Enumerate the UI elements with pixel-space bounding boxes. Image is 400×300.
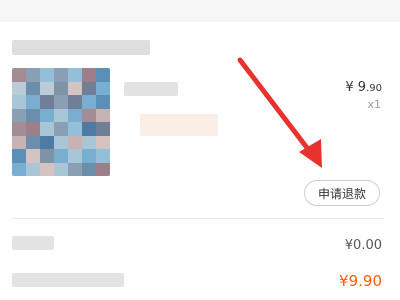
thumbnail-pixel <box>26 162 40 176</box>
summary-amount-1: ¥0.00 <box>344 238 382 253</box>
thumbnail-pixel <box>26 68 40 82</box>
thumbnail-pixel <box>82 108 96 122</box>
blurred-summary-label-2 <box>12 273 124 287</box>
thumbnail-pixel <box>96 68 110 82</box>
thumbnail-pixel <box>68 135 82 149</box>
thumbnail-pixel <box>82 149 96 163</box>
thumbnail-pixel <box>54 108 68 122</box>
thumbnail-pixel <box>40 122 54 136</box>
thumbnail-pixel <box>54 149 68 163</box>
thumbnail-pixel <box>96 81 110 95</box>
product-thumbnail[interactable] <box>12 68 110 176</box>
thumbnail-pixel <box>26 95 40 109</box>
thumbnail-pixel <box>54 95 68 109</box>
thumbnail-pixel <box>40 162 54 176</box>
blurred-summary-label-1 <box>12 236 54 250</box>
thumbnail-pixel <box>82 122 96 136</box>
blurred-product-title <box>124 82 178 96</box>
thumbnail-pixel <box>54 135 68 149</box>
thumbnail-pixel <box>68 108 82 122</box>
thumbnail-pixel <box>96 122 110 136</box>
thumbnail-pixel <box>68 81 82 95</box>
thumbnail-pixel <box>54 162 68 176</box>
thumbnail-pixel <box>26 122 40 136</box>
thumbnail-pixel <box>12 68 26 82</box>
thumbnail-pixel <box>68 122 82 136</box>
request-refund-button[interactable]: 申请退款 <box>304 180 380 206</box>
thumbnail-pixel <box>12 149 26 163</box>
thumbnail-pixel <box>82 68 96 82</box>
summary-amount-total: ¥9.90 <box>339 272 382 290</box>
thumbnail-pixel <box>68 68 82 82</box>
item-price-decimal: .90 <box>366 83 382 94</box>
thumbnail-pixel <box>12 108 26 122</box>
thumbnail-pixel <box>96 95 110 109</box>
thumbnail-pixel <box>40 68 54 82</box>
thumbnail-pixel <box>68 95 82 109</box>
thumbnail-pixel <box>96 149 110 163</box>
thumbnail-pixel <box>26 108 40 122</box>
thumbnail-pixel <box>96 108 110 122</box>
thumbnail-pixel <box>96 162 110 176</box>
thumbnail-pixel <box>40 149 54 163</box>
thumbnail-pixel <box>68 162 82 176</box>
thumbnail-pixel <box>68 149 82 163</box>
thumbnail-pixel <box>12 135 26 149</box>
thumbnail-pixel <box>26 149 40 163</box>
thumbnail-pixel <box>12 162 26 176</box>
thumbnail-pixel <box>40 81 54 95</box>
thumbnail-pixel <box>12 122 26 136</box>
thumbnail-pixel <box>96 135 110 149</box>
thumbnail-pixel <box>12 81 26 95</box>
thumbnail-pixel <box>40 108 54 122</box>
top-bar <box>0 0 400 22</box>
item-quantity: x1 <box>367 98 381 111</box>
thumbnail-pixel <box>54 68 68 82</box>
blurred-shop-name <box>12 40 150 55</box>
thumbnail-pixel <box>82 81 96 95</box>
thumbnail-pixel <box>82 135 96 149</box>
order-card: ¥ 9.90 x1 申请退款 ¥0.00 ¥9.90 <box>0 22 400 300</box>
blurred-product-tag <box>140 114 218 136</box>
thumbnail-pixel <box>54 81 68 95</box>
thumbnail-pixel <box>40 135 54 149</box>
item-price-main: ¥ 9 <box>345 80 367 95</box>
divider <box>12 218 384 219</box>
thumbnail-pixel <box>82 95 96 109</box>
thumbnail-pixel <box>40 95 54 109</box>
thumbnail-pixel <box>82 162 96 176</box>
thumbnail-pixel <box>54 122 68 136</box>
item-price: ¥ 9.90 <box>345 80 382 95</box>
thumbnail-pixel <box>26 135 40 149</box>
thumbnail-pixel <box>12 95 26 109</box>
thumbnail-pixel <box>26 81 40 95</box>
